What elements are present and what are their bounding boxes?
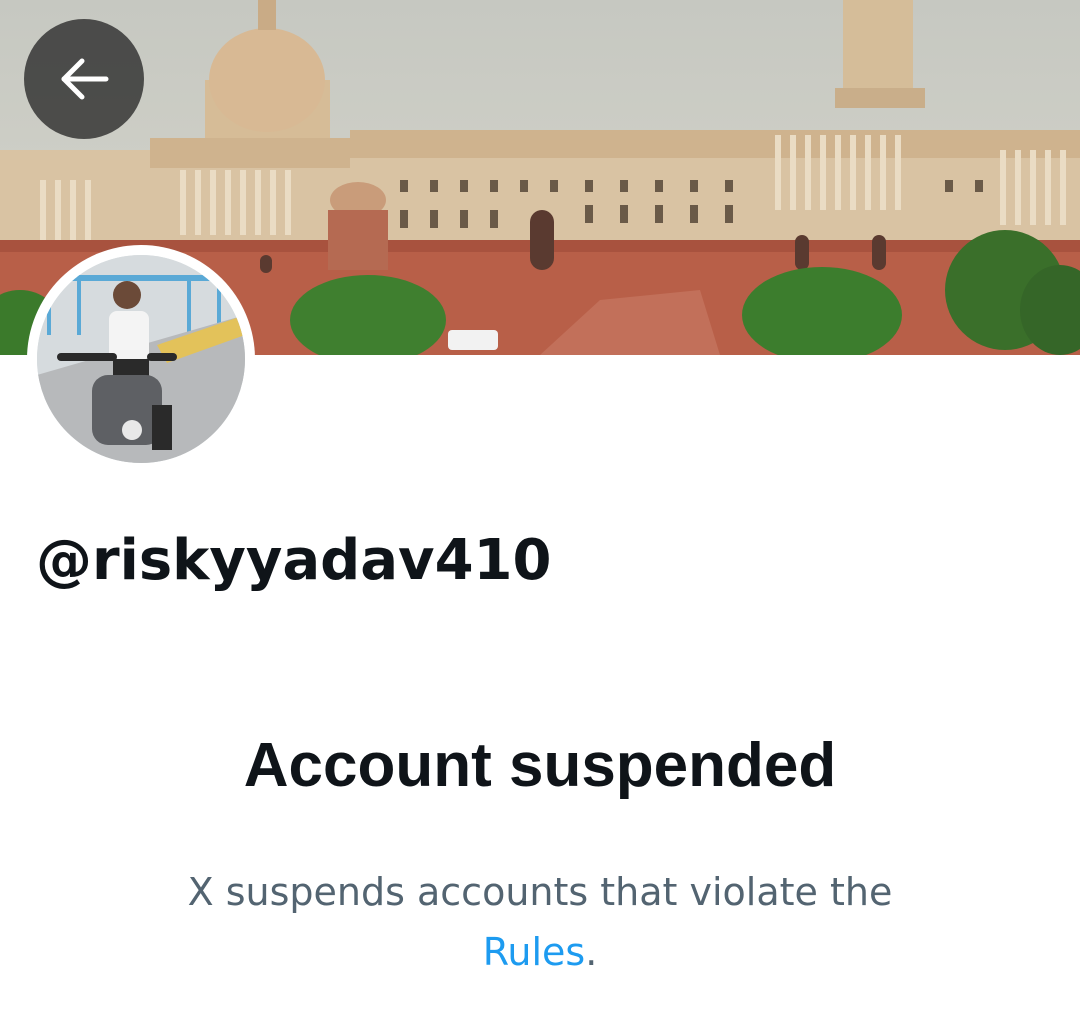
avatar-photo	[37, 255, 245, 463]
suspension-description: X suspends accounts that violate the Rul…	[0, 862, 1080, 982]
profile-handle: @riskyyadav410	[36, 528, 552, 593]
rules-link[interactable]: Rules	[483, 930, 586, 974]
suspension-description-text: X suspends accounts that violate the	[187, 870, 893, 914]
avatar[interactable]	[27, 245, 255, 473]
arrow-left-icon	[61, 58, 109, 100]
suspended-profile-page: @riskyyadav410 Account suspended X suspe…	[0, 0, 1080, 1014]
suspension-title: Account suspended	[243, 731, 837, 800]
back-button[interactable]	[24, 19, 144, 139]
suspension-description-period: .	[585, 930, 598, 974]
